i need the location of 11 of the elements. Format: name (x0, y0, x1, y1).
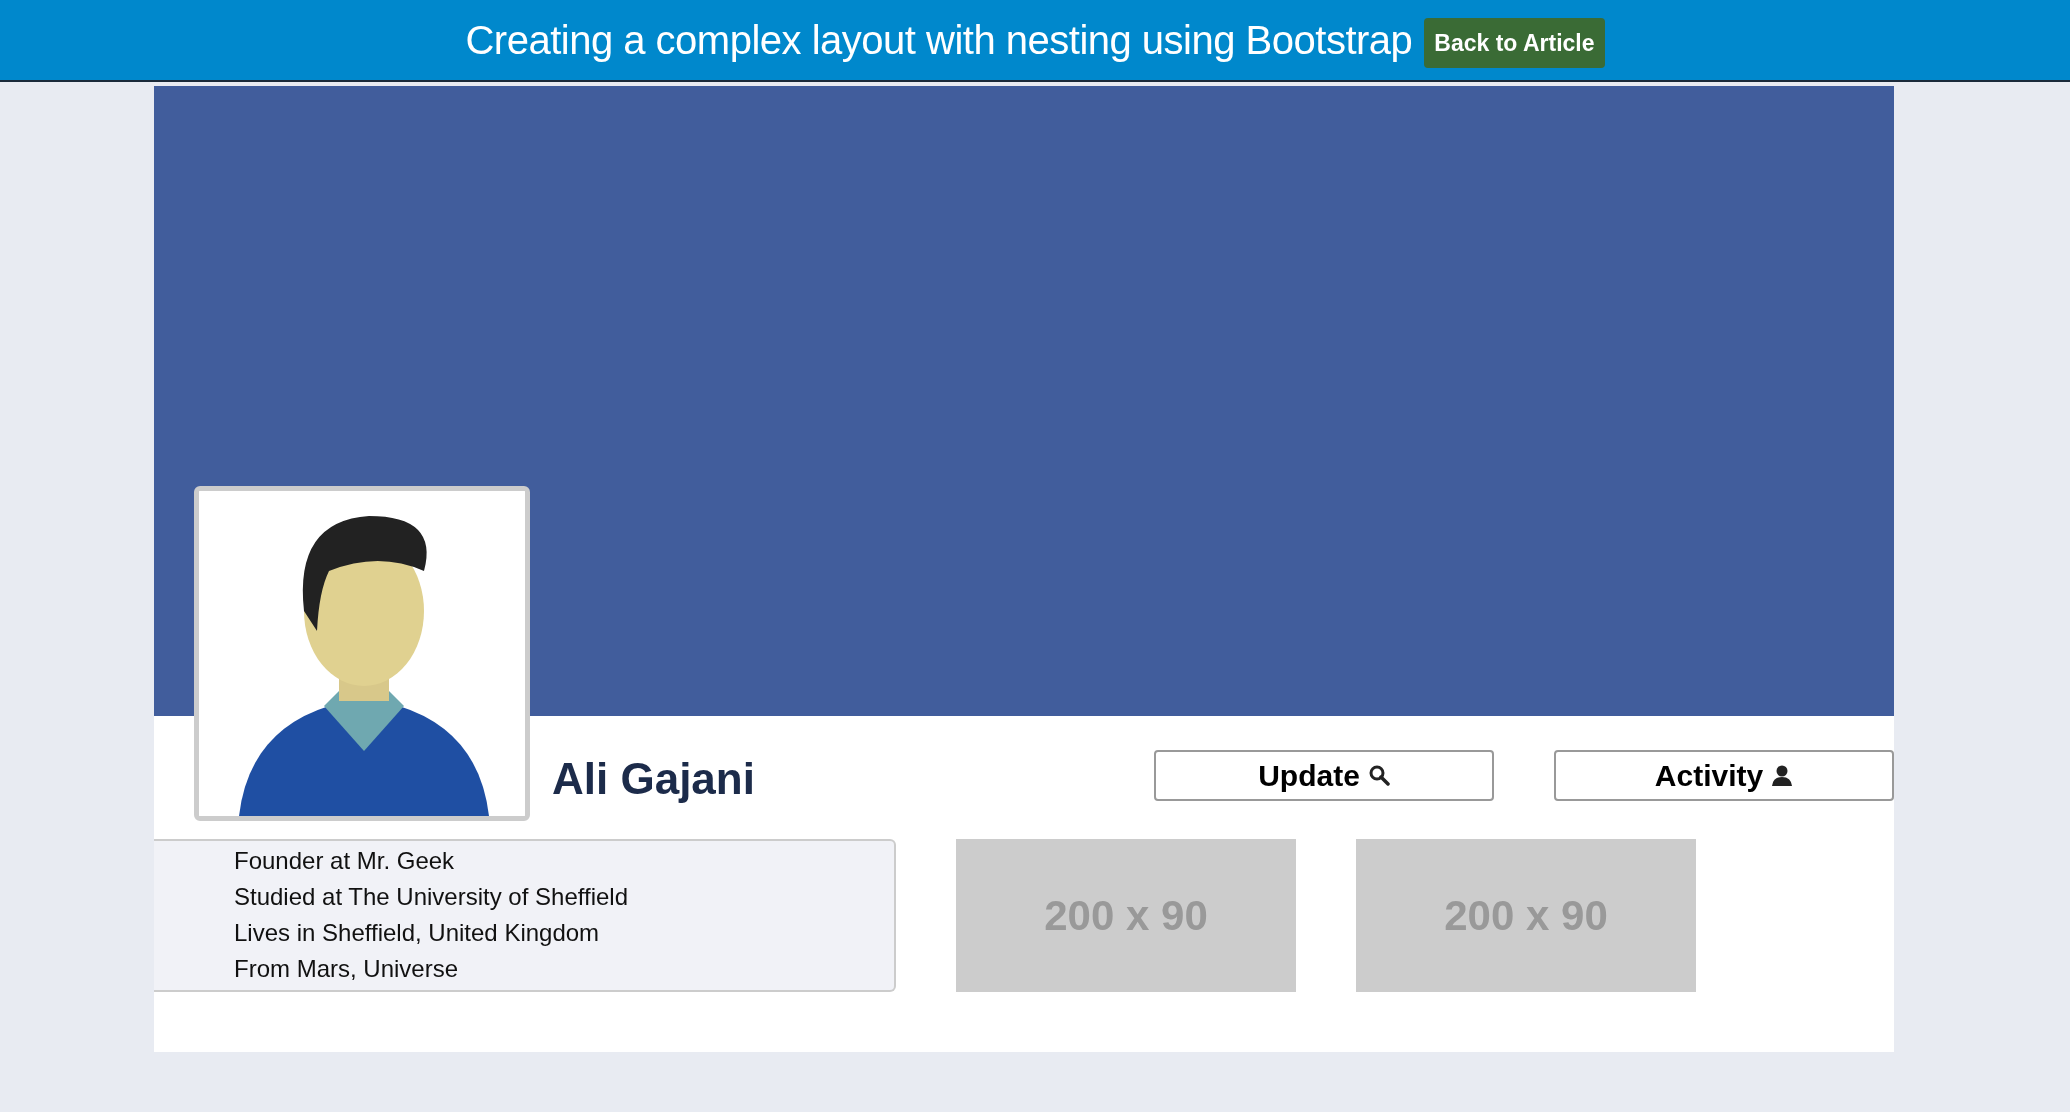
profile-name: Ali Gajani (552, 753, 755, 805)
action-button[interactable]: Update (1154, 750, 1494, 801)
about-line: From Mars, Universe (234, 954, 460, 984)
search-icon (1367, 764, 1390, 787)
about-line: Founder at Mr. Geek (234, 846, 456, 876)
action-button[interactable]: Activity (1554, 750, 1894, 801)
about-line: Lives in Sheffield, United Kingdom (234, 918, 601, 948)
about-line: Studied at The University of Sheffield (234, 882, 629, 912)
back-to-article-button[interactable]: Back to Article (1424, 17, 1605, 69)
person-icon (1771, 764, 1794, 787)
page-title: Creating a complex layout with nesting using Bootstrap (465, 17, 1413, 64)
